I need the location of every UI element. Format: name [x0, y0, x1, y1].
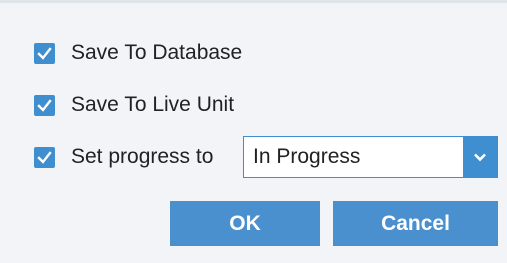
dialog: Save To Database Save To Live Unit Set p… — [0, 0, 507, 263]
dropdown-arrow-button[interactable] — [463, 137, 497, 177]
checkmark-icon — [37, 150, 52, 164]
save-to-database-label[interactable]: Save To Database — [71, 38, 242, 68]
set-progress-option[interactable]: Set progress to — [34, 142, 213, 172]
checkmark-icon — [37, 46, 52, 60]
progress-dropdown[interactable]: In Progress — [243, 136, 498, 178]
ok-button[interactable]: OK — [170, 201, 320, 246]
set-progress-label[interactable]: Set progress to — [71, 142, 213, 172]
set-progress-checkbox[interactable] — [34, 146, 55, 168]
save-to-database-option[interactable]: Save To Database — [34, 38, 242, 68]
cancel-button[interactable]: Cancel — [333, 201, 498, 246]
checkmark-icon — [37, 98, 52, 112]
progress-dropdown-value: In Progress — [253, 145, 361, 168]
chevron-down-icon — [474, 153, 486, 162]
save-to-live-unit-option[interactable]: Save To Live Unit — [34, 90, 234, 120]
save-to-live-unit-label[interactable]: Save To Live Unit — [71, 90, 234, 120]
save-to-live-unit-checkbox[interactable] — [34, 94, 55, 116]
save-to-database-checkbox[interactable] — [34, 42, 55, 64]
